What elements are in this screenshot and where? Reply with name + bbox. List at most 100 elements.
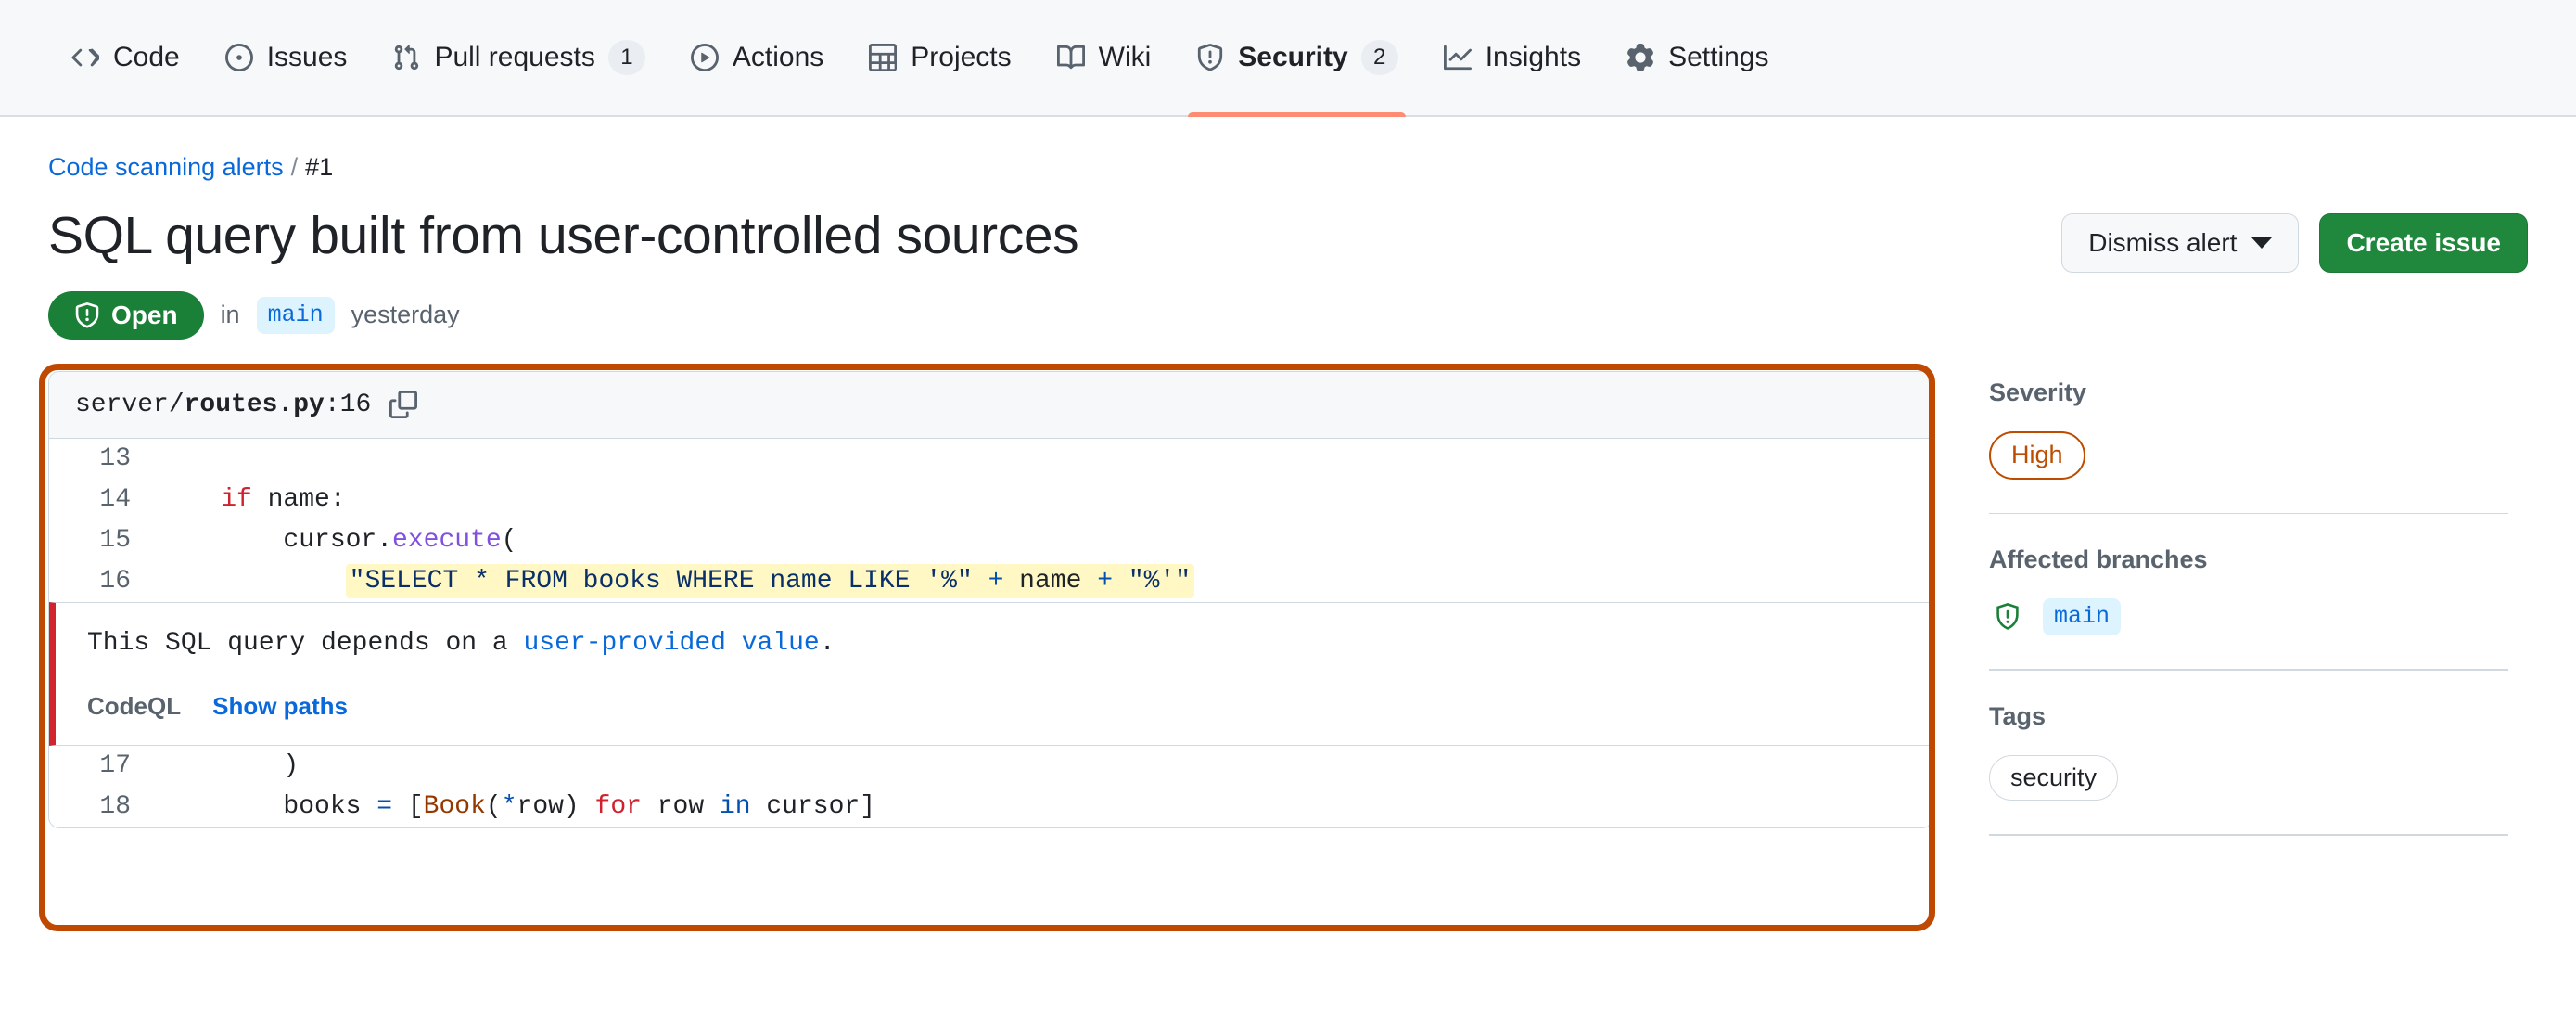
line-number: 18 xyxy=(99,792,131,822)
severity-badge: High xyxy=(1989,430,2085,480)
alert-main-column: server/routes.py:16 13 14 if name: 15 cu… xyxy=(39,363,1935,931)
file-name: routes.py xyxy=(184,390,325,419)
code-icon xyxy=(70,43,100,72)
meta-in-word: in xyxy=(220,301,240,329)
nav-tab-label: Insights xyxy=(1485,42,1582,72)
line-number: 13 xyxy=(99,443,131,473)
nav-tab-label: Issues xyxy=(266,42,348,72)
alert-page: Code scanning alerts / #1 SQL query built … xyxy=(0,117,2576,931)
line-number: 15 xyxy=(99,525,131,555)
affected-branch-chip[interactable]: main xyxy=(2043,598,2122,636)
nav-tab-actions[interactable]: Actions xyxy=(668,0,846,115)
line-content: "SELECT * FROM books WHERE name LIKE '%"… xyxy=(159,563,1195,598)
line-number: 17 xyxy=(99,751,131,781)
code-snippet-card: server/routes.py:16 13 14 if name: 15 cu… xyxy=(48,370,1933,829)
issue-opened-icon xyxy=(224,43,254,72)
alert-message-suffix: . xyxy=(819,628,835,658)
page-title: SQL query built from user-controlled sou… xyxy=(48,206,1079,266)
analysis-tool-name: CodeQL xyxy=(87,692,182,721)
breadcrumb-separator: / xyxy=(290,153,299,181)
file-path: server/routes.py:16 xyxy=(75,391,371,419)
nav-tab-security[interactable]: Security 2 xyxy=(1173,0,1420,117)
graph-icon xyxy=(1443,43,1473,72)
alert-message-footer: CodeQL Show paths xyxy=(87,692,1932,721)
breadcrumb-link-code-scanning-alerts[interactable]: Code scanning alerts xyxy=(48,153,284,181)
nav-tab-counter: 2 xyxy=(1360,40,1398,75)
line-number: 16 xyxy=(99,566,131,596)
nav-tab-projects[interactable]: Projects xyxy=(846,0,1033,115)
nav-tab-label: Settings xyxy=(1668,42,1769,72)
nav-tab-counter: 1 xyxy=(607,40,645,75)
show-paths-link[interactable]: Show paths xyxy=(212,692,348,721)
alert-message-prefix: This SQL query depends on a xyxy=(87,628,524,658)
sidebar-section-tags: Tags security xyxy=(1989,702,2508,829)
alert-header-left: SQL query built from user-controlled sou… xyxy=(48,206,1079,340)
status-badge: Open xyxy=(48,290,204,340)
dismiss-alert-label: Dismiss alert xyxy=(2088,228,2238,258)
file-line-number: :16 xyxy=(324,390,372,419)
nav-tab-wiki[interactable]: Wiki xyxy=(1034,0,1174,115)
nav-tab-insights[interactable]: Insights xyxy=(1421,0,1603,115)
table-icon xyxy=(868,43,898,72)
nav-tab-code[interactable]: Code xyxy=(48,0,202,115)
nav-tab-label: Wiki xyxy=(1098,42,1152,72)
line-content: if name: xyxy=(221,484,346,514)
code-snippet-lines-top: 13 14 if name: 15 cursor.execute( 16 "SE… xyxy=(49,439,1932,602)
breadcrumb: Code scanning alerts / #1 xyxy=(48,152,2528,182)
code-line: 14 if name: xyxy=(49,480,1932,520)
sidebar-divider xyxy=(1989,512,2508,515)
code-snippet-header: server/routes.py:16 xyxy=(49,371,1932,439)
gear-icon xyxy=(1626,43,1655,72)
code-line: 18 books = [Book(*row) for row in cursor… xyxy=(49,787,1932,827)
nav-tab-label: Actions xyxy=(732,42,824,72)
repository-nav: Code Issues Pull requests 1 Actions Proj… xyxy=(0,0,2576,117)
branch-chip[interactable]: main xyxy=(256,296,335,334)
alert-header: SQL query built from user-controlled sou… xyxy=(48,206,2528,340)
affected-branch-row: main xyxy=(1989,598,2508,636)
repository-nav-list: Code Issues Pull requests 1 Actions Proj… xyxy=(48,0,1791,117)
line-number: 14 xyxy=(99,484,131,514)
tag-badge[interactable]: security xyxy=(1989,754,2119,802)
nav-tab-issues[interactable]: Issues xyxy=(202,0,370,115)
line-content: ) xyxy=(159,751,300,781)
book-icon xyxy=(1056,43,1086,72)
alert-body: server/routes.py:16 13 14 if name: 15 cu… xyxy=(39,363,2528,931)
create-issue-button[interactable]: Create issue xyxy=(2319,213,2528,274)
alert-message-link[interactable]: user-provided value xyxy=(523,629,819,658)
alert-message-text: This SQL query depends on a user-provide… xyxy=(87,627,1932,660)
code-line: 15 cursor.execute( xyxy=(49,520,1932,561)
shield-alert-icon xyxy=(74,302,100,328)
code-line: 13 xyxy=(49,439,1932,480)
nav-tab-label: Pull requests xyxy=(434,42,595,72)
nav-tab-label: Security xyxy=(1238,42,1348,72)
alert-sidebar: Severity High Affected branches main Tag… xyxy=(1989,371,2508,867)
severity-heading: Severity xyxy=(1989,378,2087,406)
nav-tab-label: Code xyxy=(113,42,180,72)
code-line-highlighted: 16 "SELECT * FROM books WHERE name LIKE … xyxy=(49,561,1932,602)
meta-timestamp: yesterday xyxy=(351,301,460,329)
nav-tab-pull-requests[interactable]: Pull requests 1 xyxy=(369,0,667,115)
line-content: books = [Book(*row) for row in cursor] xyxy=(159,792,875,822)
dismiss-alert-button[interactable]: Dismiss alert xyxy=(2061,213,2300,274)
play-icon xyxy=(690,43,720,72)
shield-icon xyxy=(1195,43,1225,72)
alert-meta: Open in main yesterday xyxy=(48,290,1078,340)
git-pull-request-icon xyxy=(391,43,421,72)
sidebar-section-affected-branches: Affected branches main xyxy=(1989,545,2508,663)
file-path-prefix: server/ xyxy=(75,390,185,419)
status-badge-label: Open xyxy=(111,300,178,329)
sidebar-divider xyxy=(1989,669,2508,671)
line-content: cursor.execute( xyxy=(159,525,517,555)
code-line: 17 ) xyxy=(49,746,1932,787)
code-snippet-lines-bottom: 17 ) 18 books = [Book(*row) for row in c… xyxy=(49,746,1932,827)
alert-actions: Dismiss alert Create issue xyxy=(2061,206,2528,274)
copy-icon[interactable] xyxy=(389,391,418,419)
sidebar-section-severity: Severity High xyxy=(1989,378,2508,507)
affected-branches-heading: Affected branches xyxy=(1989,545,2208,574)
tags-heading: Tags xyxy=(1989,701,2047,730)
nav-tab-label: Projects xyxy=(911,42,1012,72)
breadcrumb-current: #1 xyxy=(305,153,334,181)
sidebar-divider xyxy=(1989,834,2508,836)
nav-tab-settings[interactable]: Settings xyxy=(1603,0,1791,115)
shield-alert-icon xyxy=(1993,602,2022,632)
